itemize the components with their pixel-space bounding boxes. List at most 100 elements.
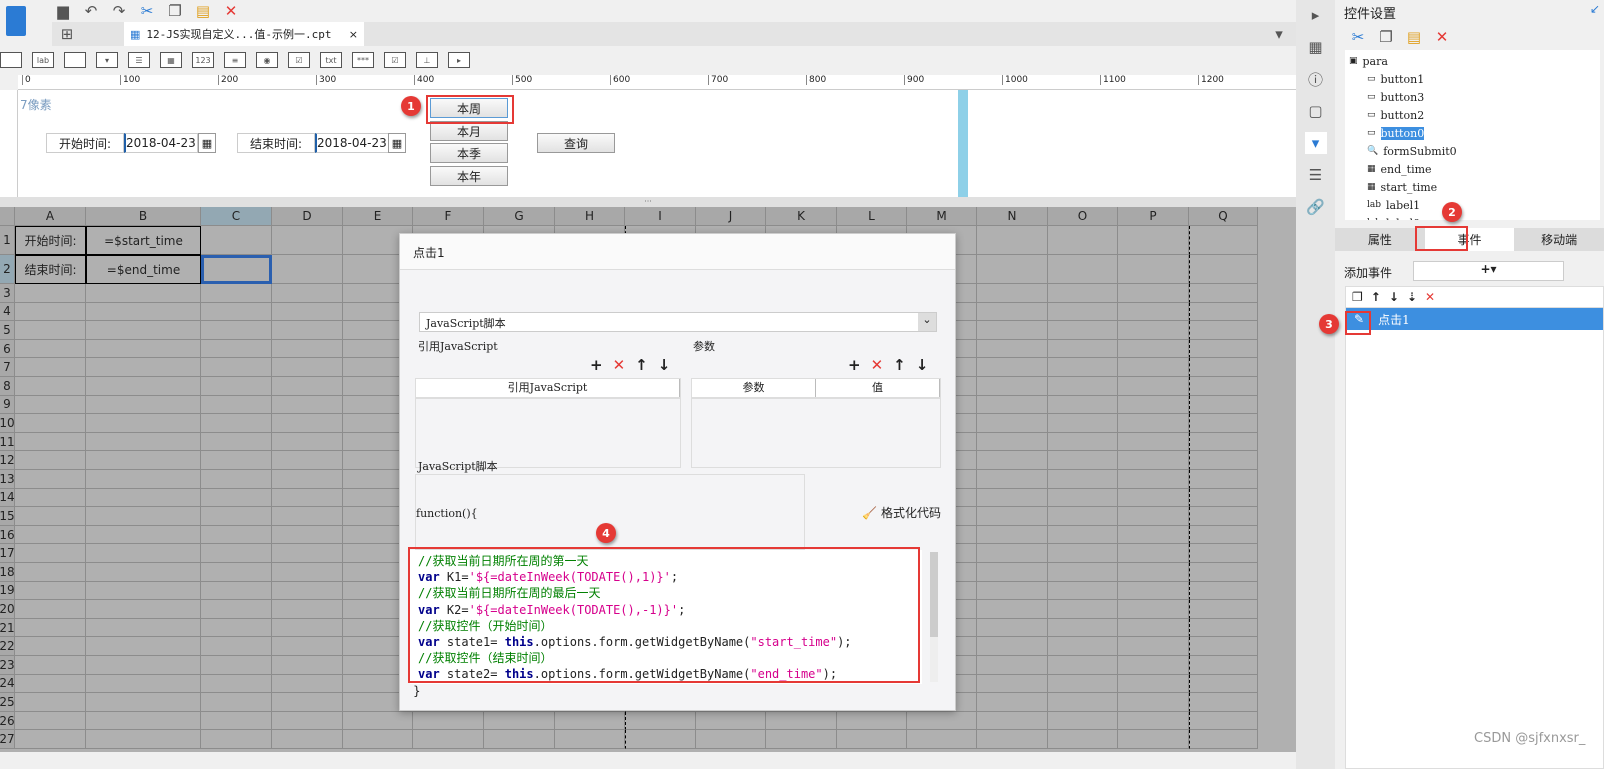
grid-cell[interactable] [15, 507, 86, 526]
grid-cell[interactable] [1048, 226, 1118, 255]
grid-cell[interactable] [555, 730, 625, 749]
grid-cell[interactable] [1189, 563, 1258, 582]
grid-cell[interactable] [201, 395, 272, 415]
grid-cell[interactable] [696, 730, 766, 749]
grid-cell[interactable] [201, 674, 272, 694]
widget-settings-icon[interactable]: ▾ [1304, 132, 1327, 154]
format-code-button[interactable]: 🧹 格式化代码 [862, 504, 941, 521]
widget-number-icon[interactable]: 123 [192, 52, 214, 68]
row-header[interactable]: 5 [0, 321, 15, 340]
grid-cell[interactable] [1118, 284, 1189, 303]
grid-cell[interactable] [201, 339, 272, 359]
widget-more-icon[interactable]: ▸ [448, 52, 470, 68]
widget-label-icon[interactable]: lab [32, 52, 54, 68]
grid-cell[interactable] [272, 693, 343, 712]
grid-cell[interactable] [86, 637, 201, 656]
ref-js-table[interactable]: 引用JavaScript [415, 378, 681, 468]
grid-cell[interactable] [272, 339, 343, 359]
grid-cell[interactable] [86, 284, 201, 303]
grid-cell[interactable] [1048, 711, 1118, 731]
grid-cell[interactable] [201, 284, 272, 303]
grid-cell[interactable] [201, 730, 272, 749]
row-header[interactable]: 26 [0, 711, 15, 731]
grid-cell[interactable] [86, 470, 201, 489]
grid-cell[interactable] [1189, 470, 1258, 489]
grid-cell[interactable] [977, 581, 1048, 601]
grid-cell[interactable] [201, 581, 272, 601]
column-header[interactable]: H [555, 207, 625, 226]
row-header[interactable]: 2 [0, 255, 15, 284]
grid-cell[interactable] [1048, 302, 1118, 322]
copy-event-icon[interactable]: ❐ [1352, 290, 1363, 304]
copy-icon[interactable]: ❐ [164, 0, 186, 22]
grid-cell[interactable] [1118, 637, 1189, 656]
grid-cell[interactable] [977, 432, 1048, 452]
grid-cell[interactable] [837, 711, 907, 731]
column-header[interactable]: F [413, 207, 484, 226]
grid-cell[interactable] [15, 618, 86, 638]
canvas-boundary[interactable] [958, 90, 968, 197]
event-down-icon[interactable]: ↓ [1389, 290, 1399, 304]
grid-cell[interactable] [1189, 302, 1258, 322]
grid-cell[interactable] [201, 618, 272, 638]
tree-item[interactable]: 🔍 formSubmit0 [1367, 142, 1457, 160]
delete-icon[interactable]: ✕ [613, 356, 626, 374]
grid-cell[interactable] [1189, 711, 1258, 731]
grid-cell[interactable] [201, 414, 272, 433]
grid-cell[interactable] [272, 302, 343, 322]
grid-cell[interactable] [201, 377, 272, 396]
grid-cell[interactable] [86, 302, 201, 322]
row-header[interactable]: 8 [0, 377, 15, 396]
grid-cell[interactable] [15, 432, 86, 452]
grid-cell[interactable] [86, 414, 201, 433]
undo-icon[interactable]: ↶ [80, 0, 102, 22]
grid-cell[interactable] [1048, 488, 1118, 508]
grid-cell[interactable] [1118, 432, 1189, 452]
grid-cell[interactable] [1118, 507, 1189, 526]
grid-cell[interactable] [15, 395, 86, 415]
grid-cell[interactable] [625, 730, 696, 749]
add-icon[interactable]: + [590, 356, 603, 374]
grid-cell[interactable] [1048, 284, 1118, 303]
grid-cell[interactable] [272, 255, 343, 284]
paste-icon[interactable]: ▤ [192, 0, 214, 22]
this-month-button[interactable]: 本月 [430, 121, 508, 141]
grid-cell[interactable] [1048, 358, 1118, 377]
grid-cell[interactable] [86, 377, 201, 396]
grid-cell[interactable] [201, 525, 272, 545]
row-header[interactable]: 10 [0, 414, 15, 433]
grid-cell[interactable] [625, 711, 696, 731]
column-header[interactable]: G [484, 207, 555, 226]
grid-cell[interactable] [272, 674, 343, 694]
expand-arrow-icon[interactable]: ▸ [1305, 4, 1327, 26]
row-header[interactable]: 24 [0, 674, 15, 694]
grid-cell[interactable] [1118, 656, 1189, 675]
column-header[interactable]: O [1048, 207, 1118, 226]
grid-cell[interactable] [1189, 581, 1258, 601]
grid-cell[interactable] [1048, 600, 1118, 619]
row-header[interactable]: 14 [0, 488, 15, 508]
grid-cell[interactable] [1118, 618, 1189, 638]
chevron-down-icon[interactable]: ⌄ [918, 313, 936, 331]
row-header[interactable]: 3 [0, 284, 15, 303]
grid-cell[interactable] [1189, 674, 1258, 694]
grid-cell[interactable] [1189, 488, 1258, 508]
column-header[interactable]: A [15, 207, 86, 226]
grid-cell[interactable] [272, 507, 343, 526]
column-header[interactable]: L [837, 207, 907, 226]
grid-cell[interactable] [1048, 255, 1118, 284]
paste-widget-icon[interactable]: ▤ [1403, 26, 1425, 48]
grid-cell[interactable] [1048, 563, 1118, 582]
grid-cell[interactable] [15, 674, 86, 694]
grid-cell[interactable] [86, 563, 201, 582]
grid-cell[interactable]: 开始时间: [15, 226, 86, 255]
grid-cell[interactable] [1118, 377, 1189, 396]
grid-cell[interactable] [1048, 507, 1118, 526]
tree-item[interactable]: ▣ para [1349, 52, 1388, 70]
grid-cell[interactable] [977, 414, 1048, 433]
tab-file[interactable]: ▦ 12-JS实现自定义...值-示例一.cpt × [124, 22, 364, 46]
grid-cell[interactable] [272, 395, 343, 415]
cell-info-icon[interactable]: ⓘ [1305, 68, 1327, 90]
grid-cell[interactable] [272, 656, 343, 675]
row-header[interactable]: 12 [0, 451, 15, 470]
